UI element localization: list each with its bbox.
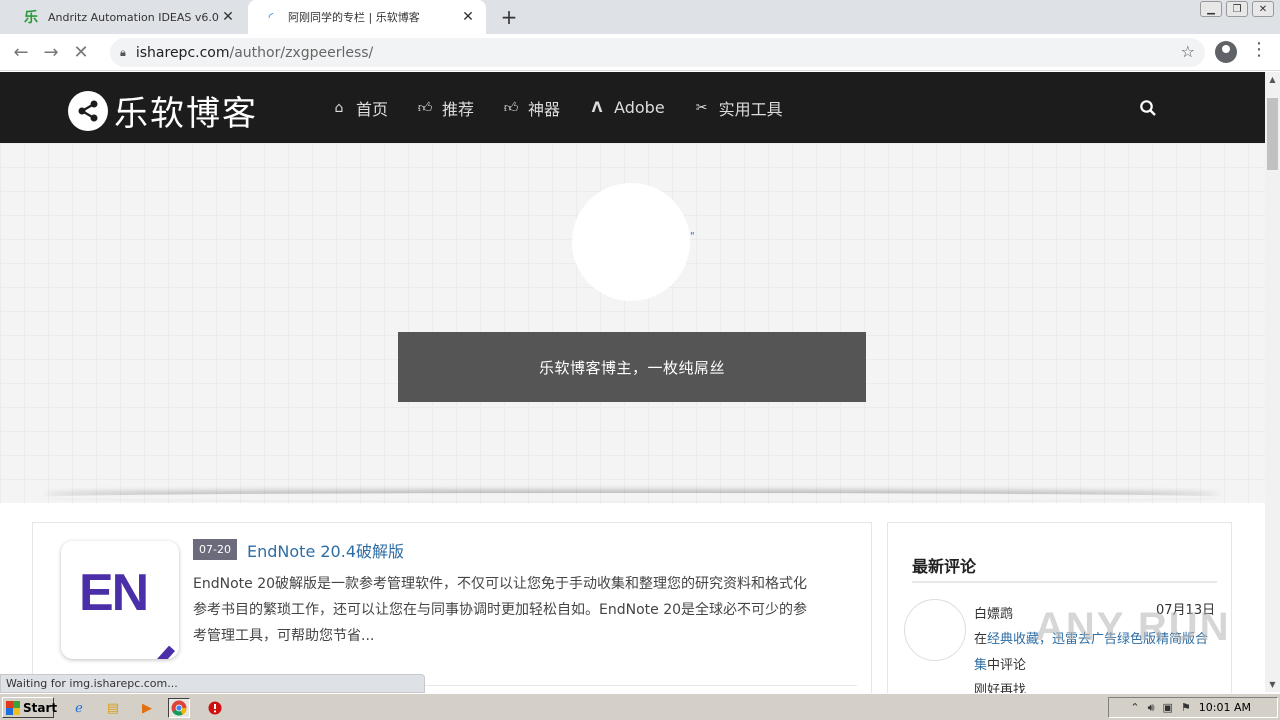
author-bio: 乐软博客博主，一枚纯屌丝 <box>398 332 866 402</box>
home-icon: ⌂ <box>334 99 344 116</box>
thumbs-up-icon: 👍︎ <box>417 100 433 116</box>
clock: 10:01 AM <box>1198 701 1251 714</box>
url-path: /author/zxgpeerless/ <box>229 44 374 61</box>
scroll-thumb[interactable] <box>1267 98 1278 170</box>
lerun-favicon-icon: 乐 <box>24 10 38 26</box>
close-tab-icon[interactable]: ✕ <box>220 9 236 25</box>
forward-button[interactable]: → <box>36 37 66 67</box>
loading-status: Waiting for img.isharepc.com... <box>0 674 425 693</box>
windows-logo-icon <box>6 700 20 715</box>
nav-item-recommend[interactable]: 👍︎ 推荐 <box>416 96 474 120</box>
nav-label: 实用工具 <box>718 99 783 119</box>
nav-item-utilities[interactable]: ✂ 实用工具 <box>693 96 783 120</box>
nav-item-tools[interactable]: 👍︎ 神器 <box>502 96 560 120</box>
close-tab-icon[interactable]: ✕ <box>460 9 476 25</box>
nav-label: 神器 <box>528 99 561 119</box>
site-header: 乐软博客 ⌂ 首页 👍︎ 推荐 👍︎ 神器 Ʌ Adobe ✂ 实用工具 <box>0 72 1265 143</box>
chrome-menu-icon[interactable]: ⋮ <box>1250 39 1268 60</box>
nav-label: 推荐 <box>442 99 475 119</box>
address-bar[interactable]: 🔒︎ isharepc.com/author/zxgpeerless/ ☆ <box>110 38 1205 67</box>
close-window-button[interactable]: ✕ <box>1252 1 1274 17</box>
chrome-taskbar-icon[interactable] <box>168 698 190 718</box>
commenter-avatar <box>904 599 966 661</box>
tools-icon: ✂ <box>695 99 708 116</box>
start-button[interactable]: Start <box>2 697 58 718</box>
browser-tabstrip: 乐 Andritz Automation IDEAS v6.0.0破解 ✕ ◜ … <box>0 0 1280 34</box>
window-controls: ▁ ❐ ✕ <box>1200 0 1274 17</box>
hero-divider <box>45 493 1220 501</box>
windows-taskbar: Start ℯ ▤ ▶ ⌃ 🔊︎ ▣ ⚑ 10:01 AM <box>0 693 1280 720</box>
share-logo-icon <box>68 90 108 131</box>
thumb-text: EN <box>79 564 149 622</box>
thumb-stripe <box>142 645 175 659</box>
volume-icon[interactable]: 🔊︎ <box>1148 701 1155 715</box>
author-hero: " 乐软博客博主，一枚纯屌丝 <box>0 143 1265 503</box>
action-center-flag-icon[interactable]: ⚑ <box>1181 701 1191 714</box>
tab-title: Andritz Automation IDEAS v6.0.0破解 <box>48 11 220 24</box>
page-scrollbar[interactable]: ▲ ▼ <box>1265 72 1280 692</box>
profile-avatar-icon[interactable] <box>1215 41 1237 63</box>
post-title-link[interactable]: EndNote 20.4破解版 <box>247 538 404 562</box>
internet-explorer-icon[interactable]: ℯ <box>68 698 90 718</box>
scroll-down-arrow-icon[interactable]: ▼ <box>1265 677 1280 692</box>
post-date-badge: 07-20 <box>193 539 237 560</box>
search-icon[interactable] <box>1139 99 1157 117</box>
browser-tab-author[interactable]: ◜ 阿刚同学的专栏 | 乐软博客 ✕ <box>248 0 486 34</box>
browser-tab-andritz[interactable]: 乐 Andritz Automation IDEAS v6.0.0破解 ✕ <box>8 0 246 34</box>
lock-icon: 🔒︎ <box>120 45 126 59</box>
browser-toolbar: ← → ✕ 🔒︎ isharepc.com/author/zxgpeerless… <box>0 34 1280 71</box>
post-excerpt: EndNote 20破解版是一款参考管理软件，不仅可以让您免于手动收集和整理您的… <box>193 576 808 644</box>
network-icon[interactable]: ▣ <box>1163 701 1173 714</box>
widget-title: 最新评论 <box>912 557 977 576</box>
show-hidden-icons-icon[interactable]: ⌃ <box>1130 701 1139 714</box>
logo-text: 乐软博客 <box>114 94 258 134</box>
endnote-thumbnail[interactable]: EN <box>61 541 179 659</box>
tab-title: 阿刚同学的专栏 | 乐软博客 <box>288 11 420 24</box>
url-domain: isharepc.com <box>135 44 230 61</box>
minimize-button[interactable]: ▁ <box>1200 1 1222 17</box>
nav-label: 首页 <box>356 99 389 119</box>
file-explorer-icon[interactable]: ▤ <box>102 698 124 718</box>
main-nav: ⌂ 首页 👍︎ 推荐 👍︎ 神器 Ʌ Adobe ✂ 实用工具 <box>330 72 811 143</box>
nav-item-home[interactable]: ⌂ 首页 <box>330 96 388 120</box>
restore-button[interactable]: ❐ <box>1226 1 1248 17</box>
bookmark-star-icon[interactable]: ☆ <box>1181 42 1195 61</box>
nav-item-adobe[interactable]: Ʌ Adobe <box>588 98 665 117</box>
media-player-icon[interactable]: ▶ <box>136 698 158 718</box>
comment-suffix: 中评论 <box>987 658 1027 673</box>
widget-divider <box>912 581 1217 583</box>
avatar-mark: " <box>690 231 695 242</box>
loading-spinner-icon: ◜ <box>268 10 274 24</box>
back-button[interactable]: ← <box>6 37 36 67</box>
nav-label: Adobe <box>614 98 665 117</box>
system-tray: ⌃ 🔊︎ ▣ ⚑ 10:01 AM <box>1108 697 1278 718</box>
stop-loading-button[interactable]: ✕ <box>66 37 96 67</box>
commenter-name: 白嫖鹉 <box>974 607 1014 622</box>
stop-sign-icon[interactable] <box>204 698 226 718</box>
new-tab-button[interactable]: + <box>498 6 520 28</box>
comment-prefix: 在 <box>974 632 988 647</box>
site-logo[interactable]: 乐软博客 <box>68 86 258 135</box>
scroll-up-arrow-icon[interactable]: ▲ <box>1265 72 1280 87</box>
anyrun-watermark: ANY RUN <box>1035 605 1231 649</box>
adobe-icon: Ʌ <box>591 99 603 116</box>
author-avatar <box>572 183 690 301</box>
thumbs-up-icon: 👍︎ <box>503 100 519 116</box>
start-label: Start <box>23 700 58 715</box>
